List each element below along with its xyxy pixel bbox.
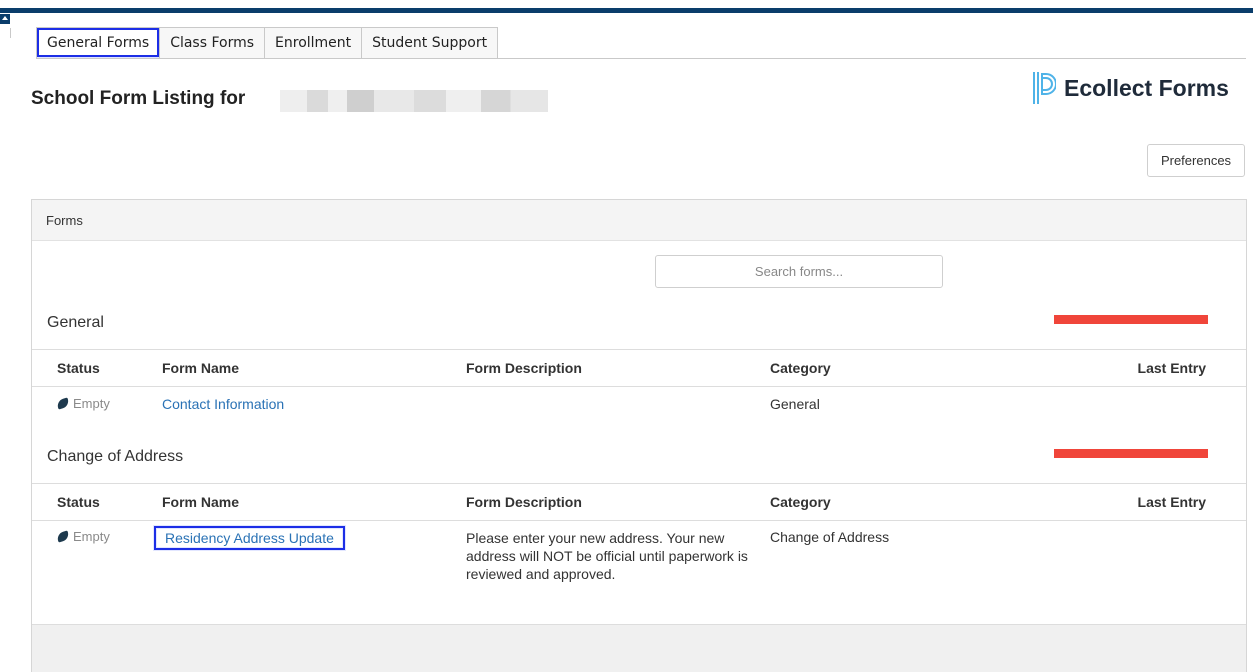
- category-cell: Change of Address: [770, 529, 890, 545]
- tab-enrollment[interactable]: Enrollment: [264, 27, 363, 58]
- form-link-residency-address-update[interactable]: Residency Address Update: [154, 526, 345, 550]
- redacted-school-name: [280, 90, 548, 112]
- ecollect-logo-icon: [1033, 72, 1056, 104]
- preferences-button[interactable]: Preferences: [1147, 144, 1245, 177]
- col-form-name: Form Name: [162, 494, 240, 510]
- leaf-icon: [55, 530, 71, 543]
- brand: Ecollect Forms: [1032, 70, 1229, 106]
- col-last-entry: Last Entry: [1137, 360, 1206, 376]
- search-input[interactable]: Search forms...: [655, 255, 943, 288]
- redaction-bar: [1054, 315, 1208, 324]
- panel-footer: [32, 624, 1246, 672]
- forms-panel: Forms Search forms... General Status For…: [31, 199, 1247, 672]
- status-cell: Empty: [55, 396, 110, 411]
- status-label: Empty: [73, 529, 110, 544]
- collapse-icon[interactable]: [0, 14, 10, 24]
- col-status: Status: [57, 494, 100, 510]
- leaf-icon: [55, 397, 71, 410]
- col-category: Category: [770, 360, 831, 376]
- panel-title: Forms: [46, 213, 83, 228]
- description-cell: Please enter your new address. Your new …: [466, 530, 748, 582]
- tab-bar: General Forms Class Forms Enrollment Stu…: [36, 27, 499, 59]
- col-form-description: Form Description: [466, 360, 582, 376]
- col-form-name: Form Name: [162, 360, 240, 376]
- panel-header: Forms: [32, 200, 1246, 241]
- col-last-entry: Last Entry: [1137, 494, 1206, 510]
- form-link-contact-information[interactable]: Contact Information: [162, 396, 284, 412]
- redaction-bar: [1054, 449, 1208, 458]
- top-banner: [0, 0, 1253, 13]
- section-title-change-of-address: Change of Address: [47, 448, 184, 465]
- table-header: Status Form Name Form Description Catego…: [32, 483, 1246, 521]
- col-status: Status: [57, 360, 100, 376]
- section-title-general: General: [47, 314, 104, 331]
- tab-class-forms[interactable]: Class Forms: [159, 27, 266, 58]
- status-label: Empty: [73, 396, 110, 411]
- category-cell: General: [770, 396, 820, 412]
- status-cell: Empty: [55, 529, 110, 544]
- col-form-description: Form Description: [466, 494, 582, 510]
- table-header: Status Form Name Form Description Catego…: [32, 349, 1246, 387]
- tab-divider: [36, 58, 1246, 59]
- col-category: Category: [770, 494, 831, 510]
- tab-general-forms[interactable]: General Forms: [36, 27, 161, 58]
- brand-name: Ecollect Forms: [1064, 74, 1229, 101]
- page-title: School Form Listing for: [31, 88, 246, 109]
- tab-student-support[interactable]: Student Support: [361, 27, 499, 58]
- divider: [10, 28, 15, 38]
